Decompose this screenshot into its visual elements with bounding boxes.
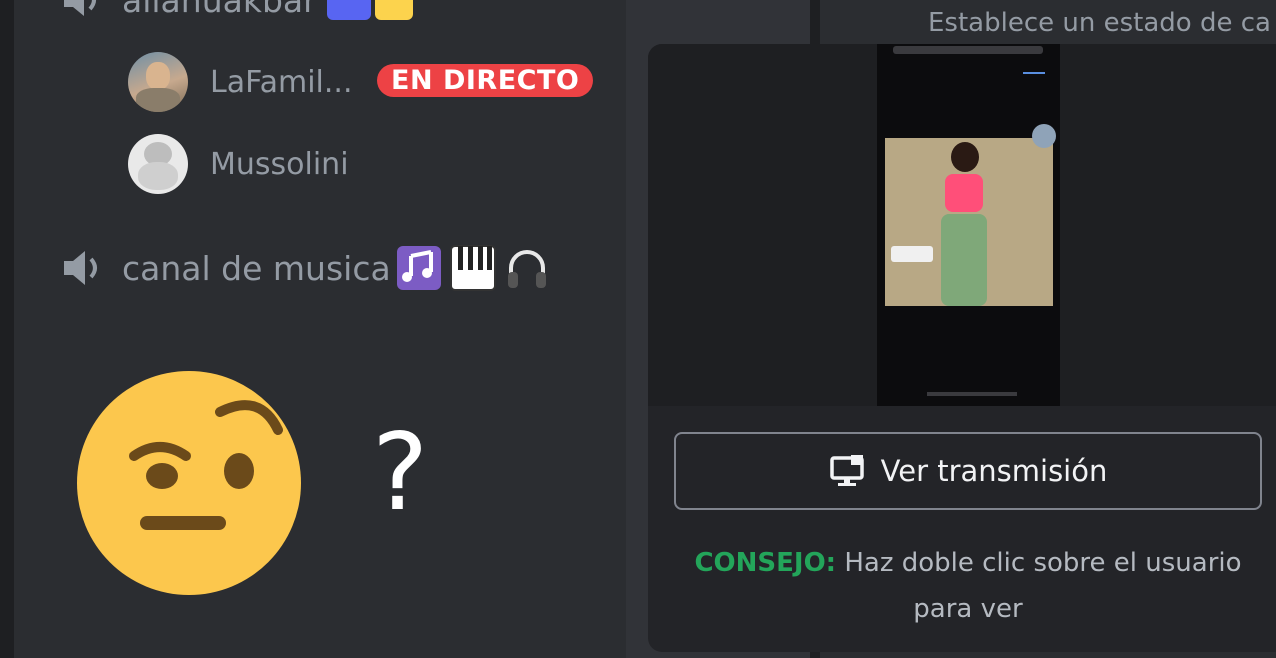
voice-channel-top[interactable]: allahuakbar [60, 0, 413, 20]
watch-stream-button[interactable]: Ver transmisión [674, 432, 1262, 510]
voice-user-mussolini[interactable]: Mussolini [128, 134, 349, 194]
avatar [128, 134, 188, 194]
piano-icon [449, 245, 496, 291]
tip-body: Haz doble clic sobre el usuario para ver [836, 548, 1242, 624]
channel-name: allahuakbar [122, 0, 317, 20]
voice-channel-music[interactable]: canal de musica [60, 244, 551, 292]
headphones-icon [507, 250, 546, 288]
screen-share-icon [829, 455, 864, 486]
speaker-icon [64, 251, 97, 285]
channel-sidebar: allahuakbar LaFamil... EN DIRECTO Mussol… [14, 0, 626, 658]
channel-name: canal de musica [122, 248, 391, 288]
live-badge: EN DIRECTO [377, 64, 594, 97]
speaker-emoji-icon [326, 0, 371, 20]
question-mark-text: ? [372, 411, 429, 534]
face-with-raised-eyebrow-icon [77, 371, 301, 595]
speaker-icon [64, 0, 96, 16]
watch-stream-label: Ver transmisión [880, 454, 1108, 488]
tip-label: CONSEJO: [694, 548, 837, 578]
avatar [128, 52, 188, 112]
username: Mussolini [210, 146, 349, 182]
tip-text: CONSEJO: Haz doble clic sobre el usuario… [674, 540, 1262, 632]
status-prompt[interactable]: Establece un estado de ca [928, 8, 1271, 38]
stream-thumbnail [877, 44, 1060, 406]
yellow-square-emoji-icon [374, 0, 413, 20]
voice-user-lafamil[interactable]: LaFamil... [128, 52, 353, 112]
stream-preview-popup: Ver transmisión CONSEJO: Haz doble clic … [648, 44, 1276, 652]
music-notes-icon [396, 246, 441, 290]
username: LaFamil... [210, 64, 353, 100]
stream-preview[interactable] [648, 44, 1276, 406]
